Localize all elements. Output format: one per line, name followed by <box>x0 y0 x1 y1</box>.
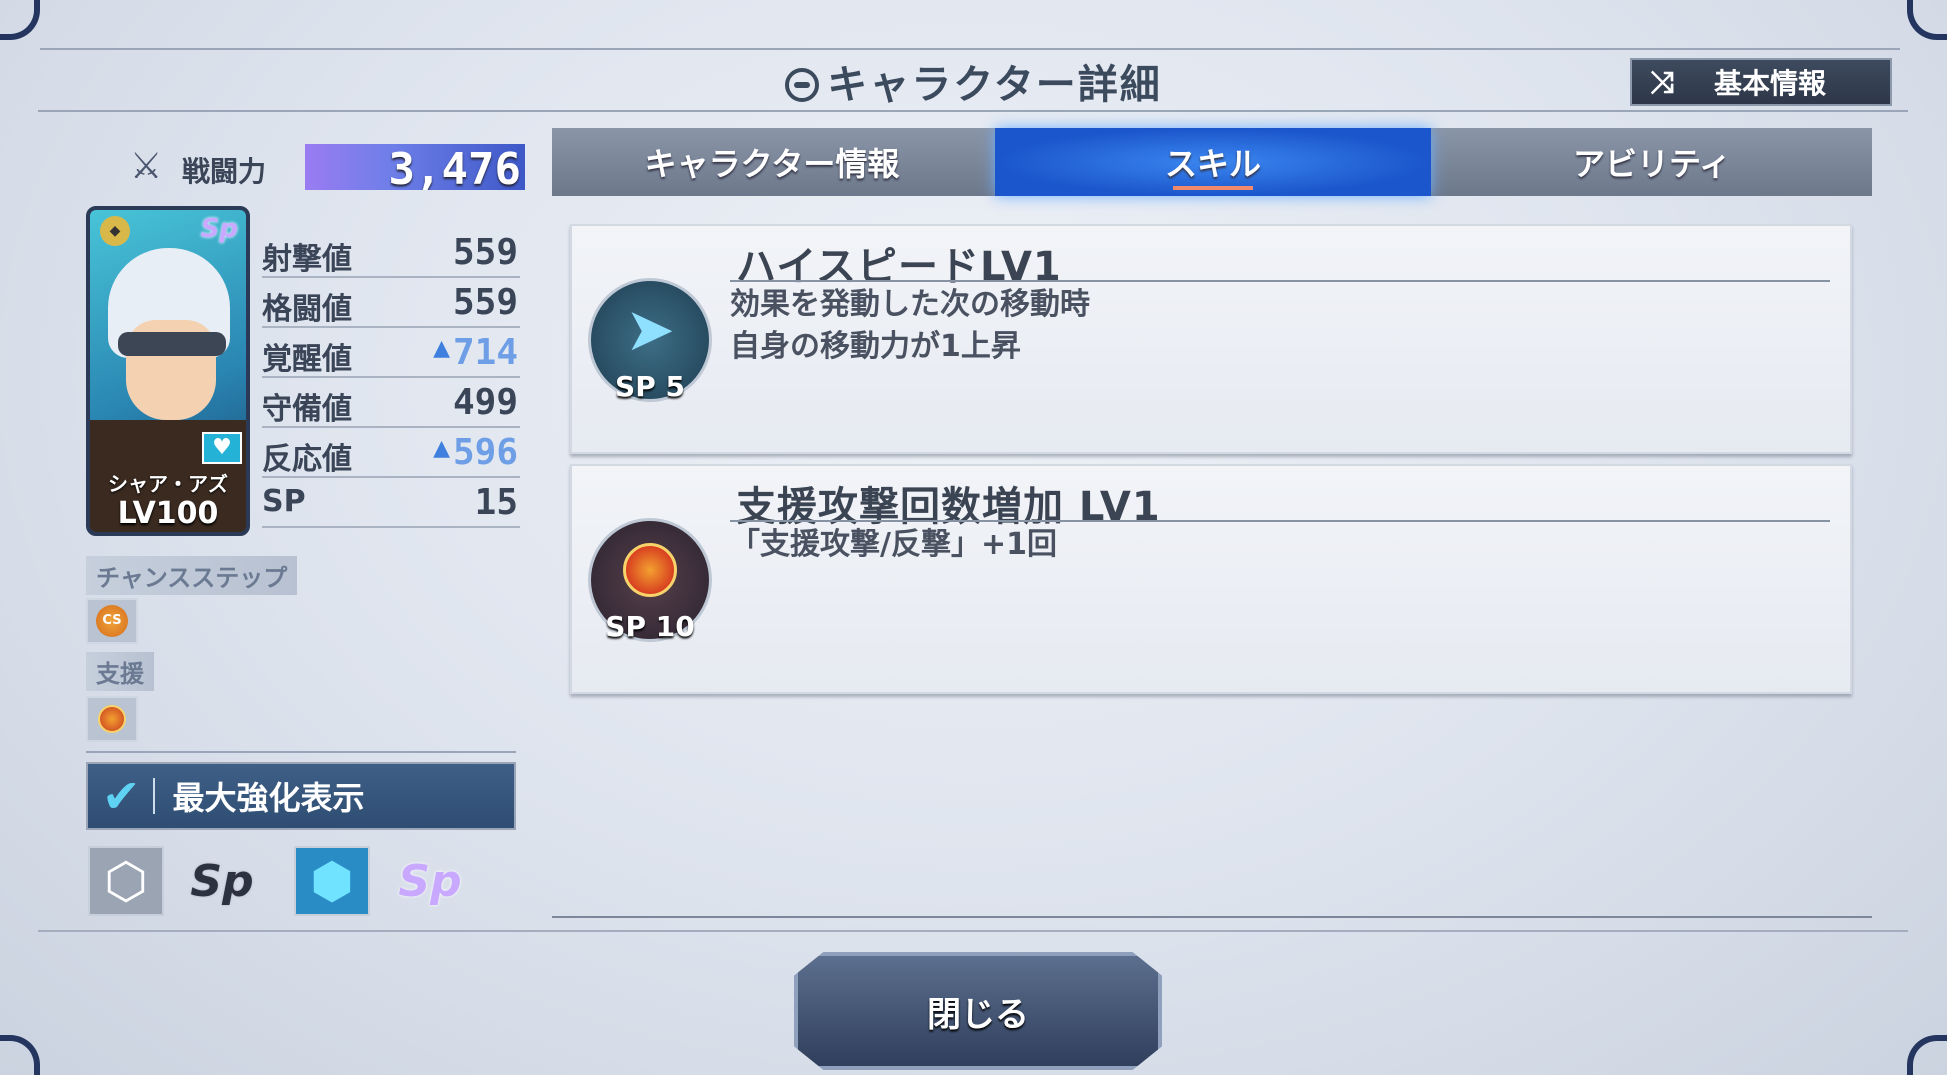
close-button-label: 閉じる <box>927 994 1029 1035</box>
stat-row-awakening: 覚醒値 ▲ 714 <box>262 330 520 378</box>
bullet-icon <box>98 705 126 733</box>
toggle-separator <box>152 778 155 814</box>
skill-card[interactable]: SP 10 支援攻撃回数増加 LV1 「支援攻撃/反撃」+1回 <box>570 464 1852 694</box>
character-portrait-mask <box>118 332 226 356</box>
skill-description: 効果を発動した次の移動時 自身の移動力が1上昇 <box>730 287 1090 364</box>
tab-abilities[interactable]: アビリティ <box>1432 128 1872 196</box>
character-name: シャア・アズ <box>108 472 228 496</box>
skill-sp-cost: SP 5 <box>615 370 685 403</box>
filter-sp-dark[interactable]: Sp <box>184 846 260 916</box>
stat-row-sp: SP 15 <box>262 480 520 528</box>
stat-value: 559 <box>452 232 518 273</box>
active-tab-underline <box>1173 186 1253 190</box>
frame-top-line <box>40 48 1900 50</box>
stat-value: 15 <box>474 482 518 523</box>
stat-label: 格闘値 <box>262 292 352 327</box>
tab-character-info[interactable]: キャラクター情報 <box>552 128 992 196</box>
chance-step-slot[interactable]: CS <box>86 598 138 644</box>
tab-bar: キャラクター情報 スキル アビリティ <box>552 128 1872 196</box>
page-title-text: キャラクター詳細 <box>827 62 1162 108</box>
filter-hexagon-filled[interactable]: ⬢ <box>294 846 370 916</box>
skill-description: 「支援攻撃/反撃」+1回 <box>730 527 1057 562</box>
stat-label: 覚醒値 <box>262 342 352 377</box>
stat-value: 499 <box>452 382 518 423</box>
tab-label: アビリティ <box>1572 145 1732 183</box>
boost-arrow-icon: ▲ <box>433 436 450 461</box>
tab-label: キャラクター情報 <box>644 145 900 183</box>
stat-label: 守備値 <box>262 392 352 427</box>
close-button[interactable]: 閉じる <box>794 952 1162 1070</box>
skill-divider <box>730 520 1830 522</box>
content-bottom-line <box>552 916 1872 918</box>
frame-corner-tl <box>0 0 40 40</box>
skill-icon-badge: SP 10 <box>588 518 712 643</box>
support-slot[interactable] <box>86 696 138 742</box>
stat-row-reaction: 反応値 ▲ 596 <box>262 430 520 478</box>
sp-badge-icon: Sp <box>200 214 238 244</box>
max-enhance-label: 最大強化表示 <box>172 779 365 817</box>
sp-dark-icon: Sp <box>190 855 254 907</box>
chance-step-label: チャンスステップ <box>86 556 298 595</box>
character-icon <box>785 68 820 102</box>
stat-value: 559 <box>452 282 518 323</box>
skill-card[interactable]: ➤ SP 5 ハイスピードLV1 効果を発動した次の移動時 自身の移動力が1上昇 <box>570 224 1852 454</box>
basic-info-button[interactable]: ⤨ 基本情報 <box>1630 58 1892 106</box>
stat-row-defense: 守備値 499 <box>262 380 520 428</box>
frame-mid-line <box>38 110 1908 112</box>
stat-label: SP <box>262 484 306 519</box>
medal-icon: ◆ <box>100 216 130 246</box>
boot-icon: ➤ <box>624 295 676 365</box>
frame-corner-tr <box>1907 0 1947 40</box>
hexagon-outline-icon: ⬡ <box>104 852 148 910</box>
frame-corner-bl <box>0 1035 40 1075</box>
stat-label: 射撃値 <box>262 242 352 277</box>
bullet-icon <box>623 543 677 597</box>
filter-sp-color[interactable]: Sp <box>392 846 468 916</box>
combat-power-label: 戦闘力 <box>182 155 267 188</box>
combat-power-bar: 3,476 <box>305 144 525 190</box>
stat-label: 反応値 <box>262 442 352 477</box>
stat-row-melee: 格闘値 559 <box>262 280 520 328</box>
character-card[interactable]: ◆ Sp ♥ シャア・アズ LV100 <box>86 206 250 536</box>
skill-icon-badge: ➤ SP 5 <box>588 278 712 403</box>
stat-value: 596 <box>452 432 518 473</box>
footer-line <box>38 930 1908 932</box>
crossed-swords-icon: ⚔ <box>130 146 163 187</box>
combat-power-value: 3,476 <box>388 144 521 195</box>
combat-power-row: ⚔ 戦闘力 3,476 <box>130 140 525 192</box>
stat-row-shooting: 射撃値 559 <box>262 230 520 278</box>
checkmark-icon: ✔ <box>102 769 141 823</box>
boost-arrow-icon: ▲ <box>433 336 450 361</box>
tab-skills[interactable]: スキル <box>995 128 1431 196</box>
stat-value: 714 <box>452 332 518 373</box>
tab-label: スキル <box>1164 145 1261 183</box>
basic-info-label: 基本情報 <box>1714 67 1827 100</box>
skill-sp-cost: SP 10 <box>605 610 695 643</box>
hexagon-filled-icon: ⬢ <box>310 852 354 910</box>
max-enhance-toggle[interactable]: ✔ 最大強化表示 <box>86 762 516 830</box>
sp-color-icon: Sp <box>398 855 462 907</box>
left-divider <box>86 751 516 753</box>
support-label: 支援 <box>86 652 154 691</box>
cs-icon: CS <box>96 605 128 637</box>
heart-icon: ♥ <box>202 432 242 464</box>
skill-divider <box>730 280 1830 282</box>
filter-hexagon-outline[interactable]: ⬡ <box>88 846 164 916</box>
shuffle-icon: ⤨ <box>1650 64 1674 100</box>
character-detail-screen: キャラクター詳細 ⤨ 基本情報 ⚔ 戦闘力 3,476 ◆ Sp ♥ シャア・ア… <box>0 0 1947 1075</box>
frame-corner-br <box>1907 1035 1947 1075</box>
character-level: LV100 <box>117 496 219 531</box>
